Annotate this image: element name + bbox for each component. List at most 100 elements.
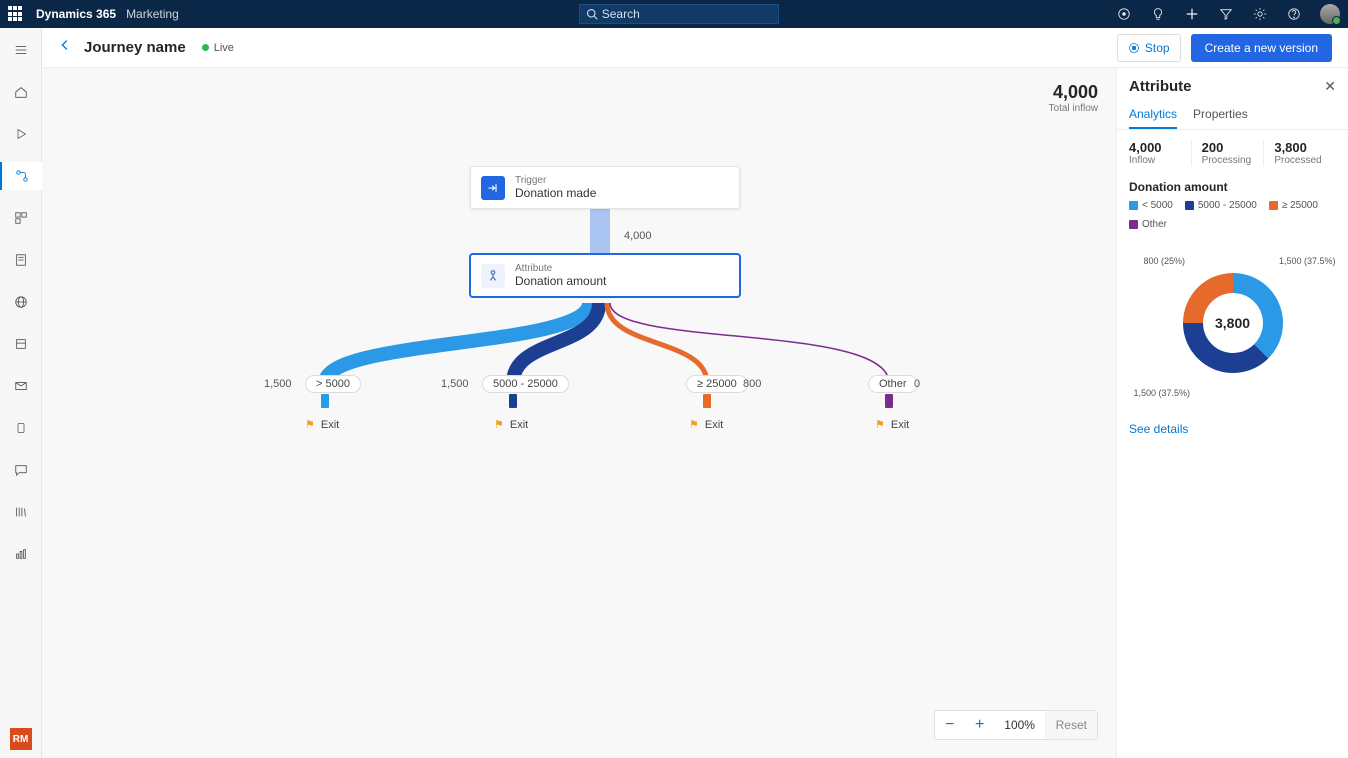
search-icon: [586, 8, 598, 20]
nav-bar-icon[interactable]: [0, 540, 42, 568]
zoom-value: 100%: [995, 718, 1045, 732]
global-search[interactable]: Search: [579, 4, 779, 24]
donut-center-value: 3,800: [1215, 315, 1250, 331]
branch-count: 0: [914, 378, 920, 390]
trigger-name: Donation made: [515, 186, 596, 200]
trigger-type: Trigger: [515, 175, 596, 186]
legend-item: Other: [1129, 219, 1167, 230]
attribute-type: Attribute: [515, 263, 606, 274]
user-avatar[interactable]: [1320, 4, 1340, 24]
trigger-icon: [481, 176, 505, 200]
panel-metric: 200Processing: [1191, 140, 1264, 166]
status-pill: Live: [202, 42, 234, 54]
stop-button[interactable]: Stop: [1117, 34, 1181, 62]
target-icon[interactable]: [1116, 6, 1132, 22]
total-inflow-label: Total inflow: [1049, 103, 1098, 114]
branch-connector: [321, 394, 329, 408]
nav-library-icon[interactable]: [0, 498, 42, 526]
nav-play-icon[interactable]: [0, 120, 42, 148]
branch-count: 1,500: [441, 378, 469, 390]
panel-close-button[interactable]: ✕: [1324, 78, 1336, 95]
attribute-panel: Attribute ✕ Analytics Properties 4,000In…: [1116, 68, 1348, 758]
journey-canvas[interactable]: 4,000 Total inflow: [42, 68, 1116, 758]
panel-title: Attribute: [1129, 78, 1192, 95]
total-inflow-value: 4,000: [1049, 82, 1098, 103]
attribute-node[interactable]: Attribute Donation amount: [470, 254, 740, 297]
donut-label-1: 1,500 (37.5%): [1134, 388, 1191, 398]
status-dot-icon: [202, 44, 209, 51]
nav-journey-icon[interactable]: [0, 162, 42, 190]
zoom-out-button[interactable]: −: [935, 711, 965, 739]
nav-forms-icon[interactable]: [0, 246, 42, 274]
back-button[interactable]: [58, 38, 72, 57]
page-title: Journey name: [84, 39, 186, 56]
flag-icon: ⚑: [689, 418, 699, 431]
branch-pill[interactable]: ≥ 25000: [686, 375, 748, 393]
flag-icon: ⚑: [875, 418, 885, 431]
zoom-in-button[interactable]: +: [965, 711, 995, 739]
persona-badge[interactable]: RM: [10, 728, 32, 750]
panel-metric: 3,800Processed: [1263, 140, 1336, 166]
nav-home-icon[interactable]: [0, 78, 42, 106]
tab-properties[interactable]: Properties: [1193, 101, 1248, 129]
global-topbar: Dynamics 365 Marketing Search: [0, 0, 1348, 28]
branch-pill[interactable]: 5000 - 25000: [482, 375, 569, 393]
brand-name: Dynamics 365: [36, 7, 116, 21]
nav-mobile-icon[interactable]: [0, 414, 42, 442]
filter-icon[interactable]: [1218, 6, 1234, 22]
flag-icon: ⚑: [305, 418, 315, 431]
branch-pill[interactable]: > 5000: [305, 375, 361, 393]
nav-chat-icon[interactable]: [0, 456, 42, 484]
stop-icon: [1128, 42, 1140, 54]
branch-pill[interactable]: Other: [868, 375, 918, 393]
plus-icon[interactable]: [1184, 6, 1200, 22]
branch-connector: [703, 394, 711, 408]
app-launcher-icon[interactable]: [8, 6, 24, 22]
nav-data-icon[interactable]: [0, 330, 42, 358]
branch-connector: [885, 394, 893, 408]
zoom-controls: − + 100% Reset: [934, 710, 1098, 740]
trigger-out-count: 4,000: [624, 230, 652, 242]
panel-metric: 4,000Inflow: [1129, 140, 1191, 166]
exit-node[interactable]: ⚑ Exit: [494, 418, 528, 431]
exit-label: Exit: [321, 419, 339, 431]
exit-label: Exit: [891, 419, 909, 431]
nav-segments-icon[interactable]: [0, 204, 42, 232]
legend-item: < 5000: [1129, 200, 1173, 211]
left-nav: RM: [0, 28, 42, 758]
exit-node[interactable]: ⚑ Exit: [875, 418, 909, 431]
legend-item: ≥ 25000: [1269, 200, 1318, 211]
donut-chart: 3,800 1,500 (37.5%) 1,500 (37.5%) 800 (2…: [1128, 238, 1338, 408]
exit-label: Exit: [510, 419, 528, 431]
create-version-button[interactable]: Create a new version: [1191, 34, 1332, 62]
lightbulb-icon[interactable]: [1150, 6, 1166, 22]
help-icon[interactable]: [1286, 6, 1302, 22]
nav-globe-icon[interactable]: [0, 288, 42, 316]
page-header: Journey name Live Stop Create a new vers…: [42, 28, 1348, 68]
total-inflow: 4,000 Total inflow: [1049, 82, 1098, 114]
legend-item: 5000 - 25000: [1185, 200, 1257, 211]
nav-mail-icon[interactable]: [0, 372, 42, 400]
branch-count: 800: [743, 378, 761, 390]
chart-title: Donation amount: [1117, 176, 1348, 200]
search-placeholder: Search: [602, 7, 640, 21]
trigger-node[interactable]: Trigger Donation made: [470, 166, 740, 209]
status-text: Live: [214, 42, 234, 54]
branch-connector: [509, 394, 517, 408]
nav-menu-icon[interactable]: [0, 36, 42, 64]
see-details-link[interactable]: See details: [1117, 408, 1348, 450]
attribute-icon: [481, 264, 505, 288]
topbar-right-icons: [1116, 4, 1340, 24]
module-name: Marketing: [126, 7, 179, 21]
exit-label: Exit: [705, 419, 723, 431]
zoom-reset-button[interactable]: Reset: [1045, 711, 1097, 739]
tab-analytics[interactable]: Analytics: [1129, 101, 1177, 129]
exit-node[interactable]: ⚑ Exit: [305, 418, 339, 431]
branch-count: 1,500: [264, 378, 292, 390]
donut-label-2: 800 (25%): [1144, 256, 1186, 266]
attribute-name: Donation amount: [515, 274, 606, 288]
gear-icon[interactable]: [1252, 6, 1268, 22]
flag-icon: ⚑: [494, 418, 504, 431]
exit-node[interactable]: ⚑ Exit: [689, 418, 723, 431]
donut-label-0: 1,500 (37.5%): [1279, 256, 1336, 266]
